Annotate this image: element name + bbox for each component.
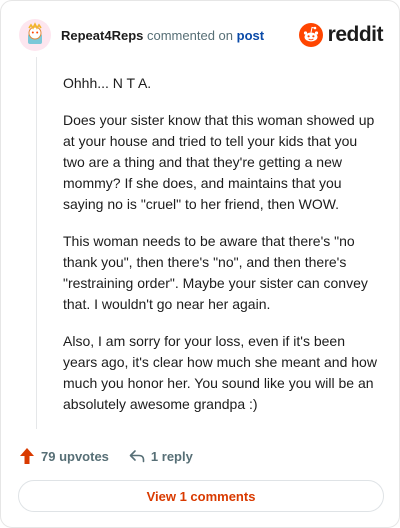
- comment-meta: Repeat4Reps commented on post: [61, 28, 264, 43]
- snoo-avatar-icon[interactable]: [19, 19, 51, 51]
- reply-arrow-icon: [129, 450, 145, 463]
- reddit-brand[interactable]: reddit: [298, 23, 384, 47]
- username-link[interactable]: Repeat4Reps: [61, 28, 143, 43]
- comment-body: Ohhh... N T A. Does your sister know tha…: [63, 73, 381, 431]
- reply-count: 1 reply: [150, 448, 193, 464]
- comment-paragraph: This woman needs to be aware that there'…: [63, 233, 368, 312]
- thread-line: [36, 57, 37, 429]
- upvote-button[interactable]: 79 upvotes: [19, 447, 109, 465]
- comment-paragraph: Also, I am sorry for your loss, even if …: [63, 333, 377, 412]
- upvote-arrow-icon: [20, 448, 34, 464]
- comment-paragraph: Ohhh... N T A.: [63, 75, 152, 91]
- comment-header: Repeat4Reps commented on post reddit: [19, 17, 384, 53]
- comment-paragraph: Does your sister know that this woman sh…: [63, 112, 375, 212]
- comment-card: Repeat4Reps commented on post reddit Ohh…: [0, 0, 400, 528]
- reddit-wordmark: reddit: [327, 23, 384, 46]
- reddit-logo-icon: [298, 23, 323, 47]
- action-text: commented on: [147, 27, 233, 43]
- post-link[interactable]: post: [237, 28, 264, 43]
- upvote-count: 79 upvotes: [41, 448, 109, 464]
- view-comments-button[interactable]: View 1 comments: [18, 480, 384, 512]
- comment-actions: 79 upvotes 1 reply: [19, 445, 193, 467]
- reply-button[interactable]: 1 reply: [129, 449, 193, 464]
